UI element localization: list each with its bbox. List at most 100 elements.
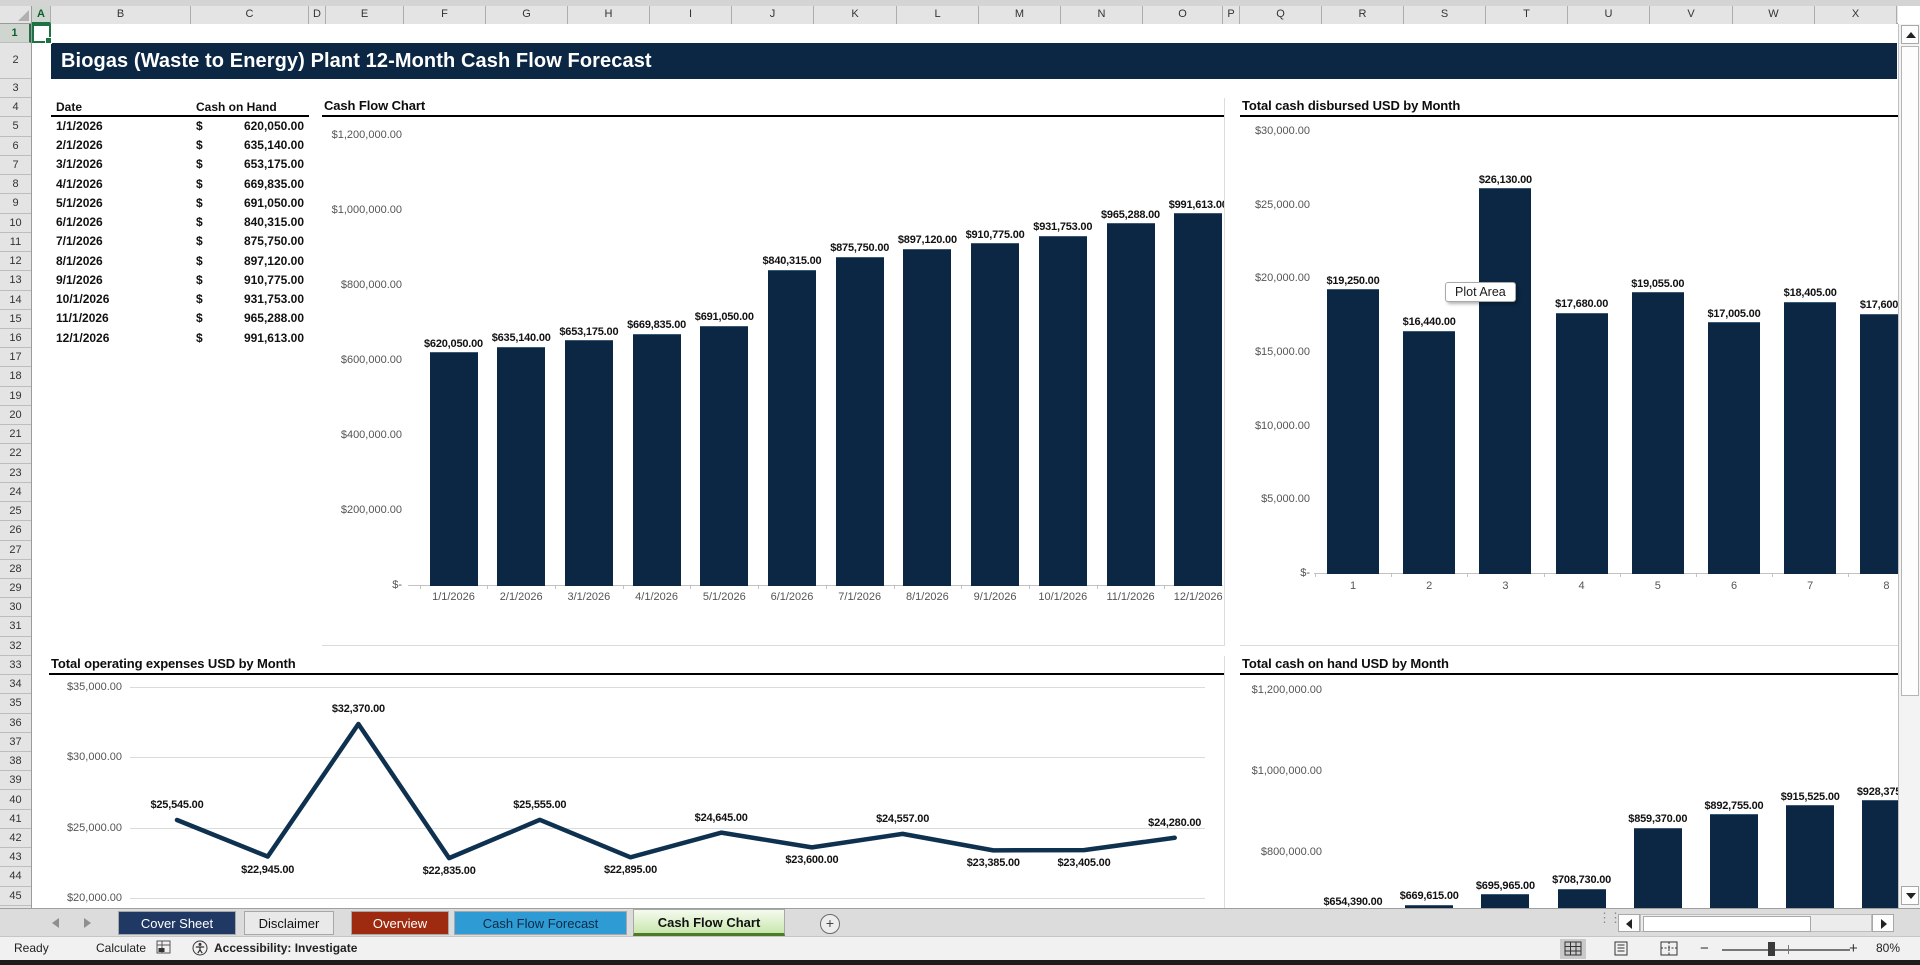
row-header-28[interactable]: 28 xyxy=(0,560,31,579)
hscroll-left-button[interactable] xyxy=(1618,914,1640,932)
cell-date[interactable]: 8/1/2026 xyxy=(56,254,103,268)
row-header-1[interactable]: 1 xyxy=(0,24,31,43)
table-header-date[interactable]: Date xyxy=(56,100,82,114)
row-header-27[interactable]: 27 xyxy=(0,541,31,560)
row-header-41[interactable]: 41 xyxy=(0,810,31,829)
column-header-U[interactable]: U xyxy=(1568,6,1650,24)
column-header-D[interactable]: D xyxy=(309,6,326,24)
cell-date[interactable]: 12/1/2026 xyxy=(56,331,109,345)
column-header-O[interactable]: O xyxy=(1143,6,1223,24)
chart-cash-disbursed[interactable]: Total cash disbursed USD by Month $30,00… xyxy=(1240,98,1898,646)
cell-cash-value[interactable]: 910,775.00 xyxy=(198,273,304,287)
column-header-B[interactable]: B xyxy=(51,6,191,24)
column-header-E[interactable]: E xyxy=(326,6,404,24)
column-header-W[interactable]: W xyxy=(1733,6,1815,24)
row-header-5[interactable]: 5 xyxy=(0,117,31,136)
hscroll-right-button[interactable] xyxy=(1872,914,1894,932)
row-header-4[interactable]: 4 xyxy=(0,98,31,117)
column-header-T[interactable]: T xyxy=(1486,6,1568,24)
row-header-24[interactable]: 24 xyxy=(0,483,31,502)
column-header-G[interactable]: G xyxy=(486,6,568,24)
cell-date[interactable]: 11/1/2026 xyxy=(56,311,109,325)
cell-cash-value[interactable]: 991,613.00 xyxy=(198,331,304,345)
row-header-38[interactable]: 38 xyxy=(0,752,31,771)
column-header-F[interactable]: F xyxy=(404,6,486,24)
row-header-35[interactable]: 35 xyxy=(0,694,31,713)
row-header-7[interactable]: 7 xyxy=(0,156,31,175)
scroll-down-button[interactable] xyxy=(1901,886,1919,905)
row-header-2[interactable]: 2 xyxy=(0,43,31,79)
column-header-M[interactable]: M xyxy=(979,6,1061,24)
sheet-tab-cover-sheet[interactable]: Cover Sheet xyxy=(118,911,236,935)
chart-operating-expenses[interactable]: Total operating expenses USD by Month $3… xyxy=(49,656,1225,908)
column-header-P[interactable]: P xyxy=(1223,6,1240,24)
row-header-12[interactable]: 12 xyxy=(0,252,31,271)
column-header-I[interactable]: I xyxy=(650,6,732,24)
table-header-cash-on-hand[interactable]: Cash on Hand xyxy=(196,100,277,114)
cell-date[interactable]: 2/1/2026 xyxy=(56,138,103,152)
cell-cash-value[interactable]: 635,140.00 xyxy=(198,138,304,152)
row-header-20[interactable]: 20 xyxy=(0,406,31,425)
zoom-in-button[interactable]: + xyxy=(1849,940,1858,957)
page-layout-view-button[interactable] xyxy=(1608,939,1634,959)
column-header-L[interactable]: L xyxy=(897,6,979,24)
row-header-8[interactable]: 8 xyxy=(0,175,31,194)
row-header-31[interactable]: 31 xyxy=(0,617,31,636)
row-header-33[interactable]: 33 xyxy=(0,656,31,675)
row-header-34[interactable]: 34 xyxy=(0,675,31,694)
cell-cash-value[interactable]: 691,050.00 xyxy=(198,196,304,210)
row-header-21[interactable]: 21 xyxy=(0,425,31,444)
cell-cash-value[interactable]: 965,288.00 xyxy=(198,311,304,325)
column-header-Q[interactable]: Q xyxy=(1240,6,1322,24)
row-header-16[interactable]: 16 xyxy=(0,329,31,348)
vertical-scrollbar[interactable] xyxy=(1898,24,1920,908)
column-header-A[interactable]: A xyxy=(32,6,51,24)
row-header-36[interactable]: 36 xyxy=(0,714,31,733)
row-header-29[interactable]: 29 xyxy=(0,579,31,598)
chart-cash-flow[interactable]: Cash Flow Chart $1,200,000.00$1,000,000.… xyxy=(322,98,1225,646)
cell-date[interactable]: 10/1/2026 xyxy=(56,292,109,306)
calculate-indicator[interactable]: Calculate xyxy=(96,941,146,955)
row-header-19[interactable]: 19 xyxy=(0,387,31,406)
column-header-R[interactable]: R xyxy=(1322,6,1404,24)
chart-cash-on-hand[interactable]: Total cash on hand USD by Month $1,200,0… xyxy=(1240,656,1898,908)
horizontal-scroll-thumb[interactable] xyxy=(1643,916,1811,932)
row-header-30[interactable]: 30 xyxy=(0,598,31,617)
column-header-K[interactable]: K xyxy=(814,6,897,24)
zoom-level[interactable]: 80% xyxy=(1876,941,1900,955)
row-header-18[interactable]: 18 xyxy=(0,367,31,386)
column-header-X[interactable]: X xyxy=(1815,6,1897,24)
sheet-tab-cash-flow-chart[interactable]: Cash Flow Chart xyxy=(633,909,785,936)
row-header-37[interactable]: 37 xyxy=(0,733,31,752)
cell-date[interactable]: 5/1/2026 xyxy=(56,196,103,210)
row-header-45[interactable]: 45 xyxy=(0,887,31,906)
column-header-V[interactable]: V xyxy=(1650,6,1733,24)
column-header-N[interactable]: N xyxy=(1061,6,1143,24)
sheet-tab-disclaimer[interactable]: Disclaimer xyxy=(244,911,334,935)
row-header-6[interactable]: 6 xyxy=(0,137,31,156)
cell-date[interactable]: 3/1/2026 xyxy=(56,157,103,171)
accessibility-status[interactable]: Accessibility: Investigate xyxy=(214,941,357,955)
cell-date[interactable]: 1/1/2026 xyxy=(56,119,103,133)
row-header-9[interactable]: 9 xyxy=(0,194,31,213)
scroll-up-button[interactable] xyxy=(1901,25,1919,44)
sheet-tab-overview[interactable]: Overview xyxy=(351,911,449,935)
row-header-10[interactable]: 10 xyxy=(0,214,31,233)
row-header-32[interactable]: 32 xyxy=(0,637,31,656)
column-header-H[interactable]: H xyxy=(568,6,650,24)
zoom-out-button[interactable]: − xyxy=(1700,940,1709,957)
tabbar-resize-handle[interactable]: ⋮⋮ xyxy=(1598,913,1608,923)
cell-date[interactable]: 9/1/2026 xyxy=(56,273,103,287)
row-header-44[interactable]: 44 xyxy=(0,867,31,886)
row-header-17[interactable]: 17 xyxy=(0,348,31,367)
add-sheet-icon[interactable]: + xyxy=(820,914,840,934)
cell-cash-value[interactable]: 669,835.00 xyxy=(198,177,304,191)
cell-cash-value[interactable]: 653,175.00 xyxy=(198,157,304,171)
cell-cash-value[interactable]: 840,315.00 xyxy=(198,215,304,229)
row-header-13[interactable]: 13 xyxy=(0,271,31,290)
vertical-scroll-thumb[interactable] xyxy=(1901,46,1919,696)
cell-date[interactable]: 6/1/2026 xyxy=(56,215,103,229)
cell-cash-value[interactable]: 620,050.00 xyxy=(198,119,304,133)
cell-cash-value[interactable]: 931,753.00 xyxy=(198,292,304,306)
column-header-C[interactable]: C xyxy=(191,6,309,24)
